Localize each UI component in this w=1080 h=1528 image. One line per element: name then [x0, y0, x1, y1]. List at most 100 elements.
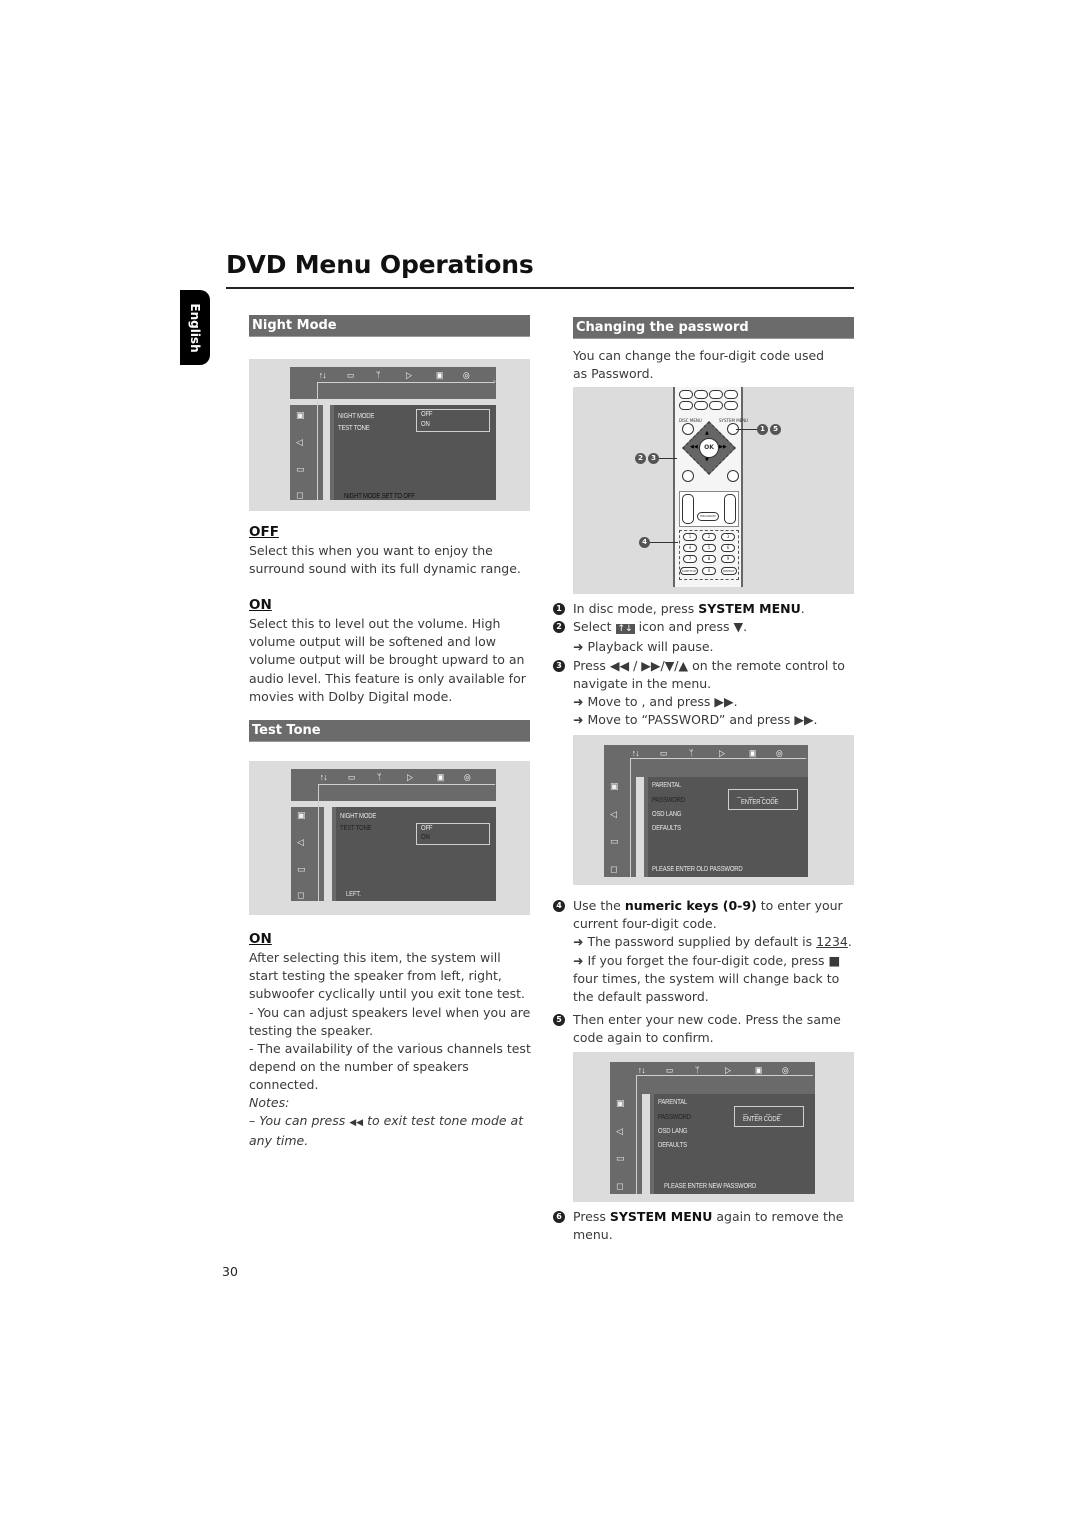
off-heading: OFF: [249, 524, 279, 540]
remote-control-illustration: DISC MENU SYSTEM MENU OK ▲ ▼ ◀◀ ▶▶ PROGR…: [573, 387, 854, 594]
menu-item-password[interactable]: PASSWORD: [652, 797, 685, 804]
key-3[interactable]: 3: [721, 533, 735, 541]
page-title: DVD Menu Operations: [226, 250, 534, 279]
step-4-result-2: ➜ If you forget the four-digit code, pre…: [573, 952, 841, 1005]
test-tone-heading: Test Tone: [249, 720, 530, 742]
arrow-icon: ➜: [573, 694, 584, 710]
test-tone-osd-screenshot: ↑↓ ▭ ᛘ ▷ ▣ ◎ ▣ ◁ ▭ ◻ NIGHT MODE TEST TON…: [249, 761, 530, 915]
osd-top-bar: ↑↓ ▭ ᛘ ▷ ▣ ◎: [291, 769, 496, 801]
osd-status: PLEASE ENTER NEW PASSWORD: [664, 1183, 757, 1190]
default-code: 1234: [816, 934, 848, 950]
parental-icon: ▣: [616, 1099, 625, 1109]
subtitle-button[interactable]: SUBTITLE: [680, 567, 698, 575]
arrow-icon: ➜: [573, 639, 584, 655]
night-mode-osd-screenshot: ↑↓ ▭ ᛘ ▷ ▣ ◎ › ▣ ◁ ▭ ◻ NIGHT MODE TEST T…: [249, 359, 530, 511]
disc-icon: ◎: [464, 772, 471, 782]
play-icon: ▷: [407, 772, 413, 782]
rewind-button-icon[interactable]: ◀◀: [690, 444, 698, 450]
test-tone-text-1: After selecting this item, the system wi…: [249, 950, 525, 1002]
key-1[interactable]: 1: [683, 533, 697, 541]
menu-item-defaults[interactable]: DEFAULTS: [658, 1142, 687, 1149]
osd-side-menu: ▣ ◁ ▭ ◻: [610, 1094, 642, 1194]
option-on[interactable]: ON: [421, 834, 430, 841]
stop-button[interactable]: [727, 470, 739, 482]
step-3-result-2: ➜ Move to “PASSWORD” and press ▶▶.: [573, 712, 818, 728]
key-5[interactable]: 5: [702, 544, 716, 552]
code-placeholder: _ _ _ _: [737, 788, 779, 798]
osd-lang-icon: ▭: [610, 837, 619, 847]
ok-button[interactable]: OK: [699, 438, 719, 458]
up-arrow-icon[interactable]: ▲: [705, 430, 709, 436]
repeat-button[interactable]: REPEAT: [721, 567, 737, 575]
menu-item-osd-lang[interactable]: OSD LANG: [658, 1128, 688, 1135]
old-password-osd-screenshot: ↑↓ ▭ ᛘ ▷ ▣ ◎ ▣ ◁ ▭ ◻ PARENTAL PASSWORD O…: [573, 735, 854, 885]
option-off[interactable]: OFF: [421, 411, 433, 418]
briefcase-icon: ◻: [616, 1182, 624, 1192]
key-2[interactable]: 2: [702, 533, 716, 541]
osd-status: NIGHT MODE SET TO OFF: [344, 493, 415, 500]
osd-main-panel: PARENTAL PASSWORD OSD LANG DEFAULTS _ _ …: [650, 1094, 815, 1194]
channel-button[interactable]: [682, 494, 694, 524]
osd-top-bar: ↑↓ ▭ ᛘ ▷ ▣ ◎ ›: [290, 367, 496, 399]
arrow-icon: ➜: [573, 712, 584, 728]
step-3-result-1: ➜ Move to , and press ▶▶.: [573, 694, 738, 710]
osd-lang-icon: ▭: [296, 465, 305, 475]
volume-button[interactable]: [724, 494, 736, 524]
parental-icon: ▣: [297, 811, 306, 821]
rewind-icon: ◀◀: [349, 1118, 364, 1128]
parental-icon: ▣: [610, 782, 619, 792]
audio-icon: ᛘ: [377, 772, 382, 782]
menu-item-test-tone[interactable]: TEST TONE: [338, 425, 370, 432]
osd-status: LEFT.: [346, 891, 361, 898]
speaker-icon: ◁: [297, 838, 304, 848]
page-number: 30: [222, 1264, 238, 1279]
options-dropdown[interactable]: OFF ON: [416, 409, 490, 432]
enter-code-label: ENTER CODE: [743, 1116, 781, 1123]
enter-code-field[interactable]: _ _ _ _ ENTER CODE: [728, 788, 798, 810]
option-off[interactable]: OFF: [421, 825, 433, 832]
key-4[interactable]: 4: [683, 544, 697, 552]
language-tab-label: English: [188, 302, 202, 353]
setup-icon: ↑↓: [638, 1065, 646, 1075]
menu-item-osd-lang[interactable]: OSD LANG: [652, 811, 682, 818]
test-tone-on-heading: ON: [249, 931, 272, 947]
speaker-icon: ◁: [296, 438, 303, 448]
menu-item-password[interactable]: PASSWORD: [658, 1114, 691, 1121]
menu-item-parental[interactable]: PARENTAL: [658, 1099, 687, 1106]
video-icon: ▣: [437, 772, 445, 782]
audio-icon: ᛘ: [376, 370, 381, 380]
step-5: 5 Then enter your new code. Press the sa…: [553, 1011, 853, 1047]
menu-item-night-mode[interactable]: NIGHT MODE: [338, 413, 374, 420]
callout-step-4: 4: [639, 537, 650, 548]
osd-main-panel: NIGHT MODE TEST TONE OFF ON LEFT.: [332, 807, 496, 901]
off-description: Select this when you want to enjoy the s…: [249, 543, 521, 577]
key-0[interactable]: 0: [702, 567, 716, 575]
program-button[interactable]: PROGRAM: [697, 512, 719, 521]
options-dropdown[interactable]: OFF ON: [416, 823, 490, 845]
key-6[interactable]: 6: [721, 544, 735, 552]
menu-item-test-tone[interactable]: TEST TONE: [340, 825, 372, 832]
callout-step-2: 2: [635, 453, 646, 464]
speaker-icon: ◁: [610, 810, 617, 820]
play-icon: ▷: [406, 370, 412, 380]
menu-item-defaults[interactable]: DEFAULTS: [652, 825, 681, 832]
video-icon: ▣: [436, 370, 444, 380]
option-on[interactable]: ON: [421, 421, 430, 428]
menu-item-parental[interactable]: PARENTAL: [652, 782, 681, 789]
code-placeholder: _ _ _ _: [743, 1105, 785, 1115]
step-1: 1 In disc mode, press SYSTEM MENU.: [553, 600, 853, 618]
key-8[interactable]: 8: [702, 555, 716, 563]
menu-item-night-mode[interactable]: NIGHT MODE: [340, 813, 376, 820]
forward-button-icon[interactable]: ▶▶: [719, 444, 727, 450]
callout-step-3: 3: [648, 453, 659, 464]
enter-code-field[interactable]: _ _ _ _ ENTER CODE: [734, 1105, 804, 1127]
briefcase-icon: ◻: [296, 491, 304, 501]
test-tone-description: After selecting this item, the system wi…: [249, 949, 532, 1095]
prev-button[interactable]: [682, 470, 694, 482]
down-arrow-icon[interactable]: ▼: [705, 457, 709, 463]
key-7[interactable]: 7: [683, 555, 697, 563]
key-9[interactable]: 9: [721, 555, 735, 563]
step-2: 2 Select ↑↓ icon and press ▼.: [553, 618, 853, 638]
disc-menu-button[interactable]: [682, 423, 694, 435]
osd-lang-icon: ▭: [297, 865, 306, 875]
